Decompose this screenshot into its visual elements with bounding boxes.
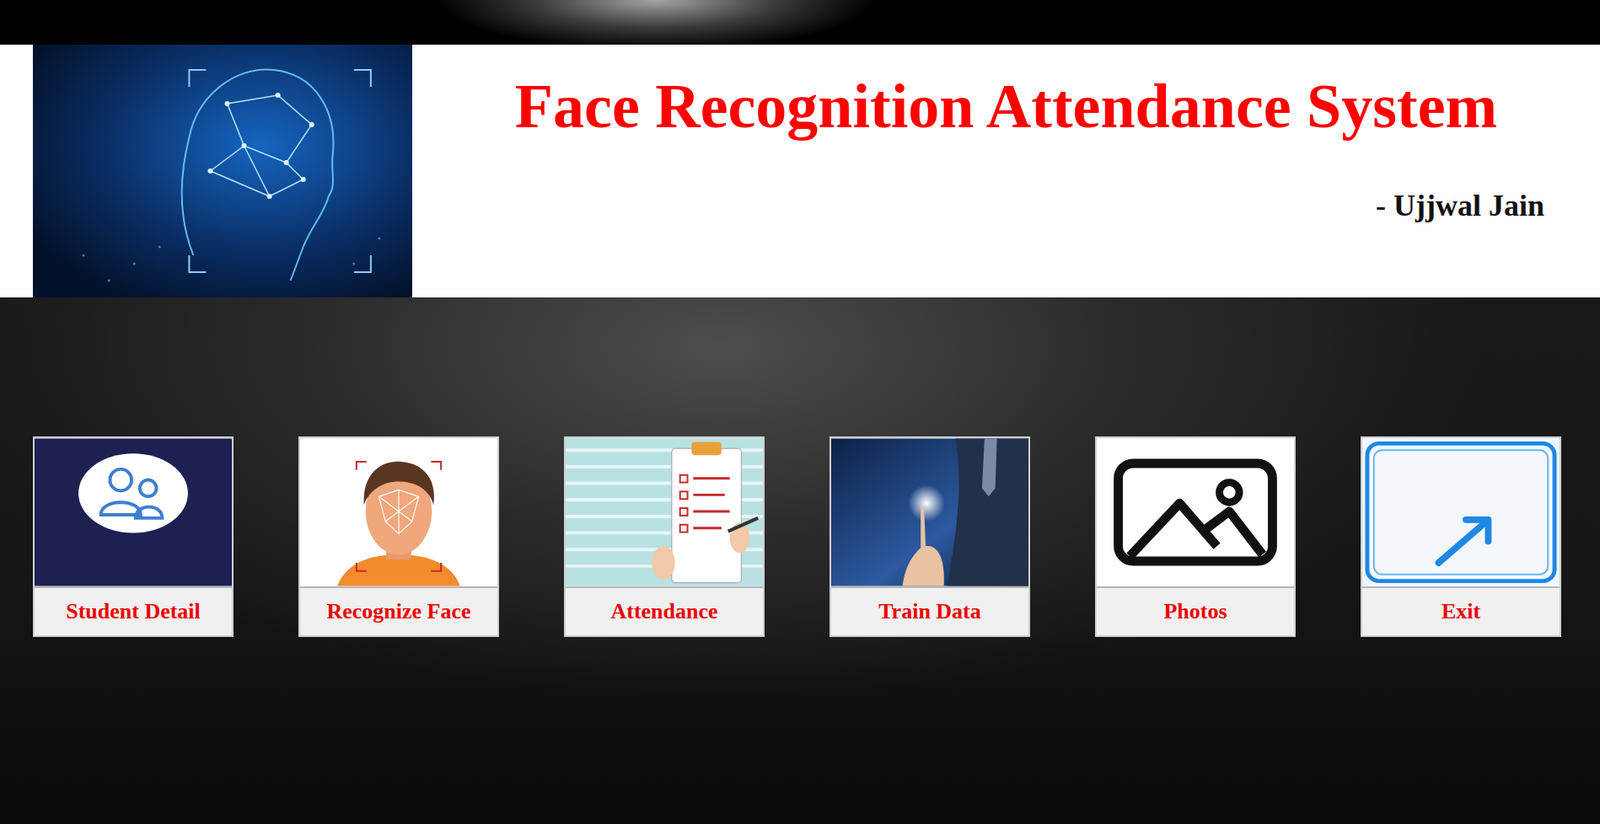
author-subtitle: - Ujjwal Jain bbox=[1375, 187, 1545, 225]
tile-label[interactable]: Student Detail bbox=[34, 586, 232, 636]
tile-image[interactable] bbox=[300, 438, 498, 587]
menu-tile[interactable]: Recognize Face bbox=[298, 436, 500, 638]
header: Face Recognition Attendance System - Ujjw… bbox=[0, 44, 1600, 298]
page: Face Recognition Attendance System - Ujjw… bbox=[0, 0, 1600, 824]
tile-label[interactable]: Attendance bbox=[565, 586, 763, 636]
menu-tiles: Student Detail Recognize Face Attendance Tr… bbox=[0, 436, 1600, 638]
title-area: Face Recognition Attendance System - Ujjw… bbox=[412, 44, 1600, 298]
tile-image[interactable] bbox=[565, 438, 763, 587]
training-icon[interactable] bbox=[831, 438, 1029, 587]
exit-icon[interactable] bbox=[1362, 438, 1560, 587]
menu-tile[interactable]: Exit bbox=[1360, 436, 1562, 638]
tile-image[interactable] bbox=[831, 438, 1029, 587]
student-icon[interactable] bbox=[34, 438, 232, 587]
face-mesh-icon bbox=[32, 44, 413, 298]
photo-icon[interactable] bbox=[1096, 438, 1294, 587]
tile-label[interactable]: Exit bbox=[1362, 586, 1560, 636]
tile-label[interactable]: Recognize Face bbox=[300, 586, 498, 636]
menu-tile[interactable]: Train Data bbox=[829, 436, 1031, 638]
top-band bbox=[0, 0, 1600, 45]
face-scan-icon[interactable] bbox=[300, 438, 498, 587]
tile-label[interactable]: Train Data bbox=[831, 586, 1029, 636]
app-title: Face Recognition Attendance System bbox=[515, 70, 1498, 143]
tile-label[interactable]: Photos bbox=[1096, 586, 1294, 636]
tile-image[interactable] bbox=[34, 438, 232, 587]
tile-image[interactable] bbox=[1362, 438, 1560, 587]
menu-tile[interactable]: Photos bbox=[1095, 436, 1296, 638]
tile-image[interactable] bbox=[1096, 438, 1294, 587]
clipboard-icon[interactable] bbox=[565, 438, 763, 587]
banner-image bbox=[32, 44, 413, 298]
menu-tile[interactable]: Attendance bbox=[563, 436, 765, 638]
menu-tile[interactable]: Student Detail bbox=[32, 436, 234, 638]
